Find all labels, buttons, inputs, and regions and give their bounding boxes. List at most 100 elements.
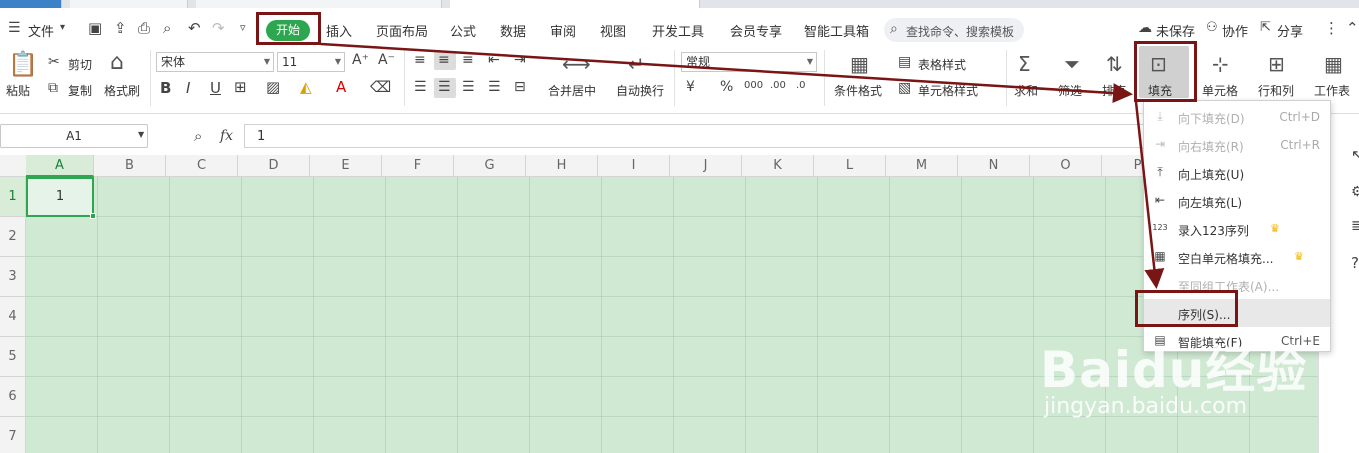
worksheet-button[interactable]: 工作表 (1314, 82, 1350, 99)
col-header[interactable]: L (814, 155, 886, 177)
cut-button[interactable]: 剪切 (68, 56, 92, 73)
percent-icon[interactable]: % (720, 79, 733, 95)
row-header[interactable]: 5 (0, 337, 26, 377)
align-center-icon[interactable]: ☰ (438, 79, 451, 95)
chevron-down-icon[interactable]: ▼ (138, 130, 144, 139)
font-name-select[interactable]: 宋体 ▼ (156, 52, 274, 72)
row-header[interactable]: 4 (0, 297, 26, 337)
eraser-icon[interactable]: ⌫ (370, 78, 391, 96)
menu-item-fill-down[interactable]: ⤓ 向下填充(D) Ctrl+D (1144, 103, 1330, 131)
col-header[interactable]: D (238, 155, 310, 177)
menu-item-fill-up[interactable]: ⤒ 向上填充(U) (1144, 159, 1330, 187)
row-col-button[interactable]: 行和列 (1258, 82, 1294, 99)
cell-a1[interactable]: 1 (26, 177, 96, 219)
fill-handle[interactable] (90, 213, 96, 219)
worksheet-icon[interactable]: ▦ (1324, 52, 1343, 76)
tab-formula[interactable]: 公式 (450, 21, 476, 40)
align-left-icon[interactable]: ☰ (414, 79, 427, 95)
doc-tab-active[interactable] (450, 0, 700, 8)
doc-tab-2[interactable] (70, 0, 188, 8)
thousands-icon[interactable]: 000 (744, 80, 763, 91)
row-header[interactable]: 7 (0, 417, 26, 453)
align-middle-icon[interactable]: ≡ (438, 52, 450, 68)
col-header[interactable]: J (670, 155, 742, 177)
sum-icon[interactable]: Σ (1018, 52, 1031, 76)
align-top-icon[interactable]: ≡ (414, 52, 426, 68)
outdent-icon[interactable]: ⇤ (488, 52, 500, 68)
italic-icon[interactable]: I (186, 79, 190, 97)
table-style-button[interactable]: 表格样式 (918, 56, 966, 73)
increase-font-icon[interactable]: A⁺ (352, 52, 369, 68)
tab-data[interactable]: 数据 (500, 21, 526, 40)
chevron-down-icon[interactable]: ▾ (60, 22, 65, 33)
increase-decimal-icon[interactable]: .00 (770, 80, 786, 91)
zoom-icon[interactable]: ⌕ (194, 127, 202, 145)
redo-icon[interactable]: ↷ (212, 19, 225, 37)
decrease-font-icon[interactable]: A⁻ (378, 52, 395, 68)
border-icon[interactable]: ⊞ (234, 78, 247, 96)
align-right-icon[interactable]: ☰ (462, 79, 475, 95)
menu-item-fill-left[interactable]: ⇤ 向左填充(L) (1144, 187, 1330, 215)
wrap-text-icon[interactable]: ↵ (628, 52, 645, 76)
underline-icon[interactable]: U (210, 79, 221, 97)
justify-icon[interactable]: ☰ (488, 79, 501, 95)
sum-button[interactable]: 求和 (1014, 82, 1038, 99)
tab-member[interactable]: 会员专享 (730, 21, 782, 40)
sort-button[interactable]: 排序 (1102, 82, 1126, 99)
col-header[interactable]: K (742, 155, 814, 177)
collab-button[interactable]: 协作 (1222, 21, 1248, 40)
merge-center-icon[interactable]: ⟷ (562, 52, 591, 76)
col-header[interactable]: B (94, 155, 166, 177)
cursor-icon[interactable]: ↖ (1351, 146, 1359, 164)
print-preview-icon[interactable]: ⌕ (163, 19, 171, 37)
tab-review[interactable]: 审阅 (550, 21, 576, 40)
row-header[interactable]: 2 (0, 217, 26, 257)
col-header[interactable]: E (310, 155, 382, 177)
cell-icon[interactable]: ⊹ (1212, 52, 1229, 76)
unsaved-status[interactable]: 未保存 (1156, 21, 1195, 40)
help-icon[interactable]: ? (1351, 254, 1359, 272)
more-icon[interactable]: ⋮ (1324, 19, 1339, 37)
col-header[interactable]: M (886, 155, 958, 177)
tab-insert[interactable]: 插入 (326, 21, 352, 40)
sort-icon[interactable]: ⇅ (1106, 52, 1123, 76)
font-color-icon[interactable]: A (336, 78, 346, 96)
tab-smart-toolbox[interactable]: 智能工具箱 (804, 21, 869, 40)
collapse-ribbon-icon[interactable]: ⌃ (1346, 19, 1359, 37)
col-header[interactable]: H (526, 155, 598, 177)
row-header[interactable]: 1 (0, 177, 26, 217)
currency-icon[interactable]: ¥ (686, 79, 695, 95)
doc-tab-3[interactable] (196, 0, 442, 8)
hamburger-icon[interactable]: ☰ (8, 20, 21, 36)
paste-button[interactable]: 粘贴 (6, 82, 30, 99)
format-painter-button[interactable]: 格式刷 (104, 82, 140, 99)
share-button[interactable]: 分享 (1277, 21, 1303, 40)
align-bottom-icon[interactable]: ≡ (462, 52, 474, 68)
indent-icon[interactable]: ⇥ (514, 52, 526, 68)
print-icon[interactable]: ⎙ (138, 19, 150, 37)
number-format-select[interactable]: 常规 ▼ (681, 52, 817, 72)
row-header[interactable]: 3 (0, 257, 26, 297)
file-menu[interactable]: 文件 (28, 21, 54, 40)
col-header[interactable]: F (382, 155, 454, 177)
distribute-icon[interactable]: ⊟ (514, 79, 526, 95)
menu-item-blank-fill[interactable]: ▦ 空白单元格填充... ♛ (1144, 243, 1330, 271)
conditional-format-button[interactable]: 条件格式 (834, 82, 882, 99)
bold-icon[interactable]: B (160, 79, 171, 97)
font-size-select[interactable]: 11 ▼ (277, 52, 345, 72)
col-header[interactable]: N (958, 155, 1030, 177)
decrease-decimal-icon[interactable]: .0 (796, 80, 806, 91)
brush-icon[interactable]: ⌂ (110, 50, 124, 75)
col-header[interactable]: I (598, 155, 670, 177)
undo-icon[interactable]: ↶ (188, 19, 201, 37)
col-header[interactable]: G (454, 155, 526, 177)
customize-icon[interactable]: ▿ (240, 21, 246, 34)
merge-center-button[interactable]: 合并居中 (548, 82, 596, 99)
fx-icon[interactable]: fx (220, 128, 233, 144)
name-box[interactable]: A1 (0, 124, 148, 148)
col-header[interactable]: O (1030, 155, 1102, 177)
doc-tab-1[interactable] (0, 0, 62, 8)
conditional-format-icon[interactable]: ▦ (850, 52, 869, 76)
save-icon[interactable]: ▣ (88, 19, 102, 37)
cell-button[interactable]: 单元格 (1202, 82, 1238, 99)
